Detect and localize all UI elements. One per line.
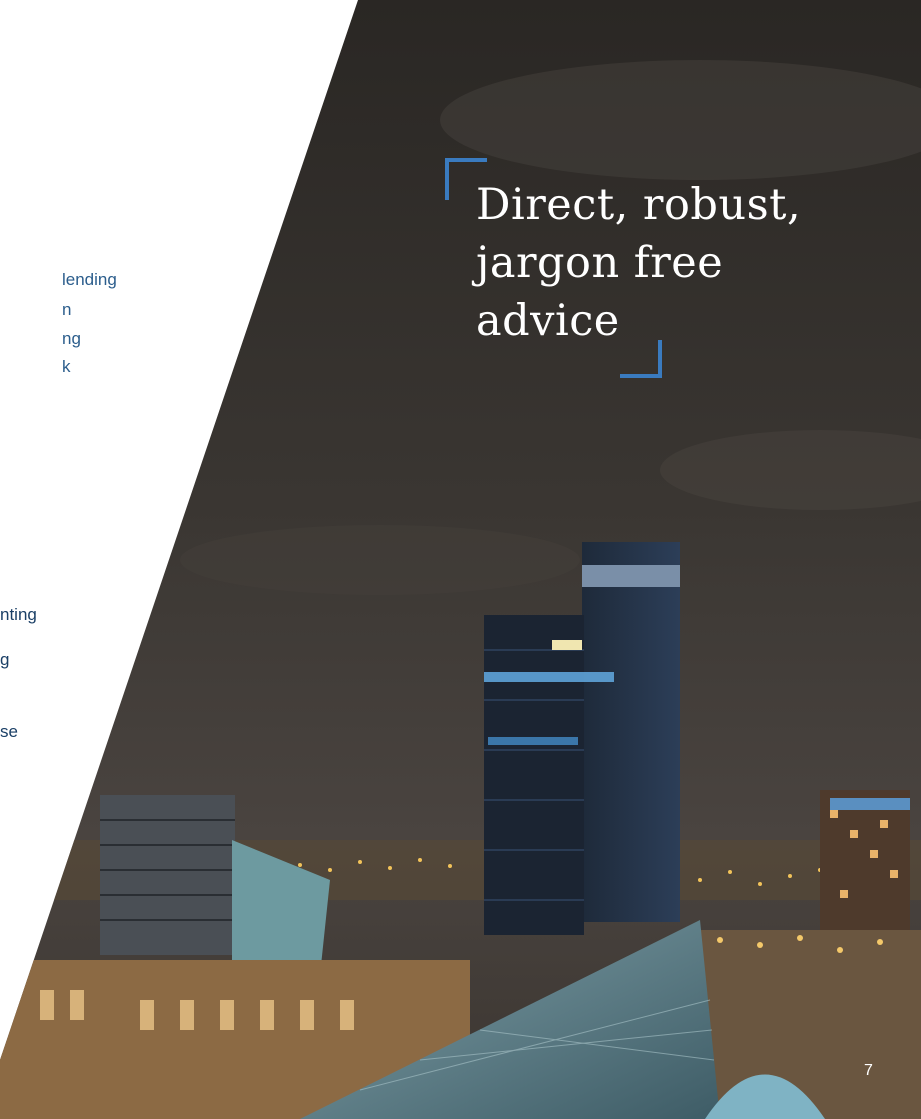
left-text-line-2: n [62,300,72,319]
left-text-line-7: se [0,722,18,741]
left-text-line-1: lending [62,270,117,289]
brochure-page: lending n ng k nting g se Direct, robust… [0,0,921,1119]
left-text-line-3: ng [62,329,81,348]
quote-close-bracket-icon [620,340,662,378]
page-number: 7 [864,1062,873,1079]
quote-line-2: jargon free [476,238,724,288]
left-text-line-6: g [0,650,10,669]
quote-line-1: Direct, robust, [476,180,802,230]
left-text-line-4: k [62,357,71,376]
pull-quote: Direct, robust, jargon free advice [476,176,836,350]
left-text-line-5: nting [0,605,37,624]
